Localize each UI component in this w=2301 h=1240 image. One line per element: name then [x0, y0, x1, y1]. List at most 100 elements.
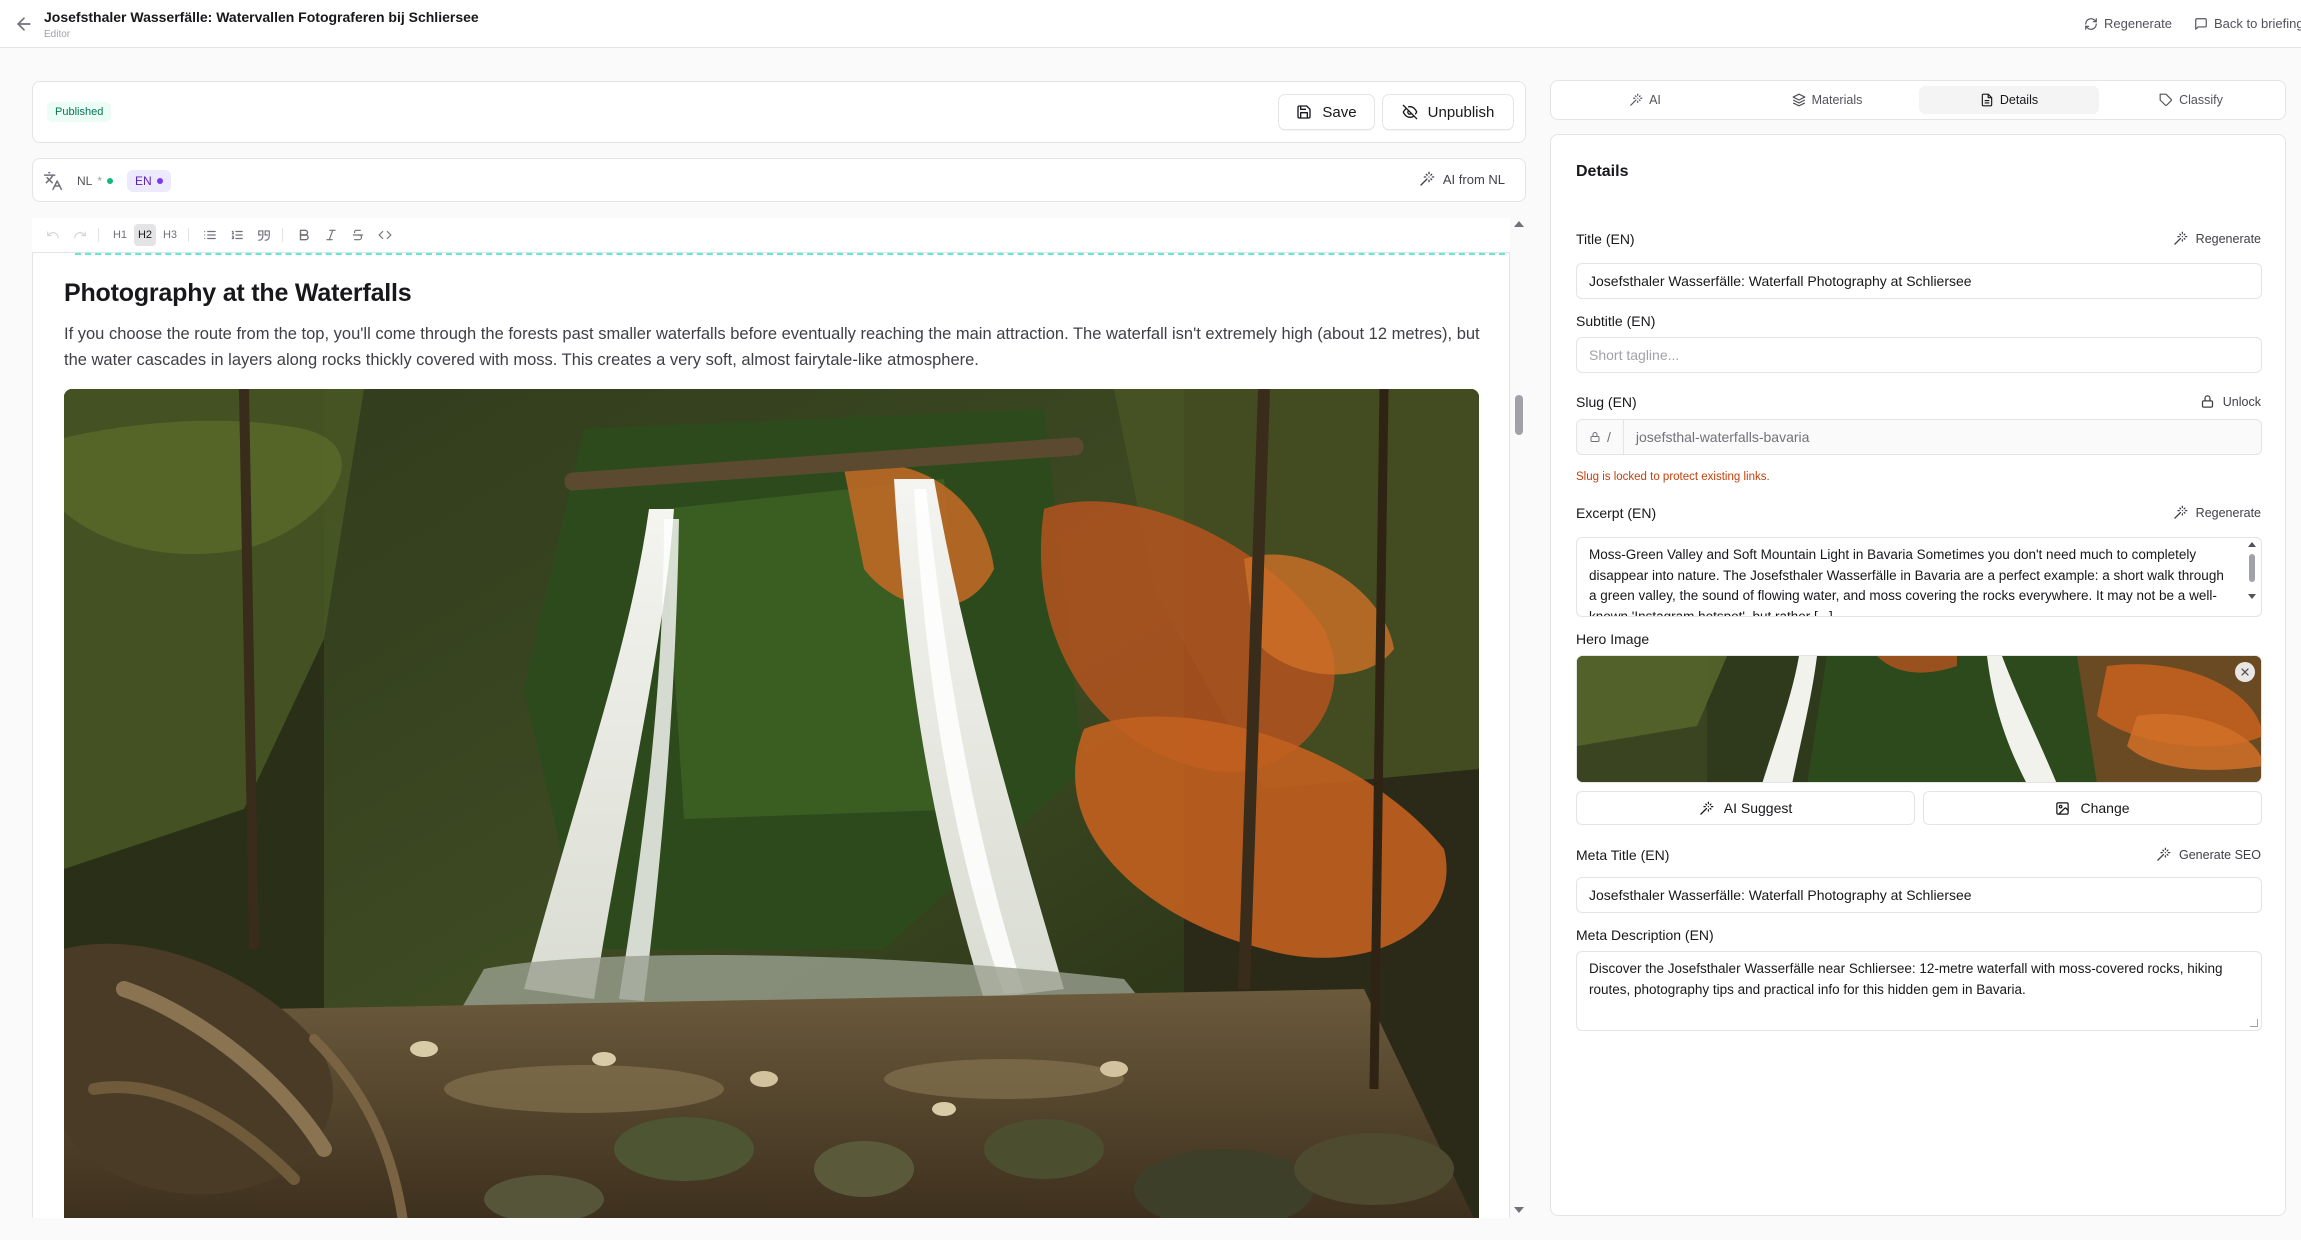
generate-seo-label: Generate SEO [2179, 847, 2261, 862]
editor-scrollbar[interactable] [1515, 395, 1523, 435]
bold-button[interactable] [293, 224, 315, 246]
lang-tab-nl[interactable]: NL * [69, 170, 121, 192]
excerpt-text: Moss-Green Valley and Soft Mountain Ligh… [1589, 547, 2224, 617]
regenerate-button[interactable]: Regenerate [2084, 16, 2172, 31]
tab-details[interactable]: Details [1919, 86, 2099, 114]
excerpt-regenerate-button[interactable]: Regenerate [2173, 505, 2261, 520]
slug-value: josefsthal-waterfalls-bavaria [1635, 429, 1810, 445]
section-heading: Photography at the Waterfalls [64, 279, 412, 307]
excerpt-label: Excerpt (EN) [1576, 505, 1657, 521]
title-label: Title (EN) [1576, 231, 1635, 247]
status-dot [107, 178, 114, 184]
body-paragraph: If you choose the route from the top, yo… [64, 325, 1480, 369]
remove-hero-button[interactable] [2235, 662, 2255, 682]
save-button[interactable]: Save [1278, 94, 1375, 130]
status-badge: Published [47, 102, 112, 122]
toolbar-divider [98, 228, 99, 242]
subtitle-input[interactable]: Short tagline... [1576, 337, 2262, 373]
back-to-briefing-button[interactable]: Back to briefing [2194, 16, 2301, 31]
lock-icon [2200, 394, 2215, 409]
ai-from-nl-button[interactable]: AI from NL [1419, 171, 1505, 187]
resize-handle[interactable] [2250, 1019, 2258, 1027]
unpublish-button[interactable]: Unpublish [1382, 94, 1514, 130]
heading-1-button[interactable]: H1 [109, 224, 131, 246]
meta-title-input[interactable]: Josefsthaler Wasserfälle: Waterfall Phot… [1576, 877, 2262, 913]
slug-prefix: / [1577, 420, 1624, 454]
undo-icon [47, 231, 59, 239]
wand-icon [1629, 93, 1643, 107]
lang-tab-en-label: EN [135, 174, 152, 188]
title-input[interactable]: Josefsthaler Wasserfälle: Waterfall Phot… [1576, 263, 2262, 299]
hero-image-illustration [1577, 656, 2261, 782]
regenerate-label: Regenerate [2104, 16, 2172, 31]
save-icon [1297, 105, 1312, 119]
italic-button[interactable] [320, 224, 342, 246]
lang-tab-en[interactable]: EN [127, 170, 171, 192]
status-dot [156, 178, 163, 184]
unlock-slug-label: Unlock [2222, 394, 2261, 409]
meta-description-textarea[interactable]: Discover the Josefsthaler Wasserfälle ne… [1576, 951, 2262, 1031]
bold-icon [299, 229, 309, 241]
page-subtitle: Editor [44, 29, 71, 40]
unpublish-label: Unpublish [1427, 103, 1495, 121]
tab-ai[interactable]: AI [1555, 86, 1735, 114]
excerpt-regenerate-label: Regenerate [2195, 505, 2261, 520]
languages-icon [43, 171, 63, 191]
ordered-list-button[interactable] [226, 224, 248, 246]
redo-icon [74, 231, 86, 239]
excerpt-textarea[interactable]: Moss-Green Valley and Soft Mountain Ligh… [1576, 537, 2262, 617]
change-image-button[interactable]: Change [1923, 791, 2262, 825]
lock-icon [1589, 431, 1601, 443]
tab-materials-label: Materials [1811, 93, 1863, 107]
change-image-label: Change [2080, 800, 2130, 816]
quote-icon [258, 230, 270, 241]
wand-icon [2173, 505, 2188, 520]
wand-icon [2156, 847, 2171, 862]
scroll-up-icon[interactable] [1512, 218, 1526, 230]
editor-toolbar: H1 H2 H3 [32, 218, 1510, 252]
wand-icon [2173, 231, 2188, 246]
layers-icon [1792, 93, 1806, 107]
textarea-scrollbar[interactable] [2247, 540, 2257, 616]
waterfall-photo[interactable] [64, 389, 1479, 1218]
code-icon [378, 230, 392, 240]
title-regenerate-button[interactable]: Regenerate [2173, 231, 2261, 246]
bullet-list-button[interactable] [199, 224, 221, 246]
eye-off-icon [1402, 104, 1418, 120]
tab-materials[interactable]: Materials [1737, 86, 1917, 114]
wand-icon [1699, 801, 1714, 816]
tab-classify[interactable]: Classify [2101, 86, 2281, 114]
hero-image-label: Hero Image [1576, 631, 1650, 647]
strikethrough-button[interactable] [347, 224, 369, 246]
blockquote-button[interactable] [253, 224, 275, 246]
toolbar-divider [282, 228, 283, 242]
hero-image-preview[interactable] [1576, 655, 2262, 783]
ai-suggest-button[interactable]: AI Suggest [1576, 791, 1915, 825]
list-icon [204, 230, 216, 240]
code-button[interactable] [374, 224, 396, 246]
tab-ai-label: AI [1649, 93, 1661, 107]
ai-from-nl-label: AI from NL [1442, 171, 1505, 187]
undo-button[interactable] [42, 224, 64, 246]
slug-input[interactable]: / josefsthal-waterfalls-bavaria [1576, 419, 2262, 455]
back-arrow-icon[interactable] [14, 14, 34, 34]
heading-2-button[interactable]: H2 [134, 224, 156, 246]
heading-3-button[interactable]: H3 [159, 224, 181, 246]
page-title: Josefsthaler Wasserfälle: Watervallen Fo… [44, 9, 479, 25]
save-label: Save [1322, 103, 1357, 121]
scroll-down-icon[interactable] [1512, 1204, 1526, 1216]
message-square-icon [2195, 17, 2207, 30]
generate-seo-button[interactable]: Generate SEO [2156, 847, 2261, 862]
list-ordered-icon [231, 230, 243, 240]
title-regenerate-label: Regenerate [2195, 231, 2261, 246]
tag-icon [2159, 93, 2173, 106]
slug-helper-text: Slug is locked to protect existing links… [1576, 471, 1770, 483]
unlock-slug-button[interactable]: Unlock [2200, 394, 2261, 409]
toolbar-divider [188, 228, 189, 242]
meta-description-text: Discover the Josefsthaler Wasserfälle ne… [1589, 961, 2223, 997]
editor-content[interactable]: Photography at the Waterfalls If you cho… [32, 252, 1510, 1218]
side-tabs: AI Materials Details Classify [1550, 80, 2286, 120]
slug-prefix-text: / [1607, 429, 1611, 445]
redo-button[interactable] [69, 224, 91, 246]
meta-description-label: Meta Description (EN) [1576, 927, 1714, 943]
